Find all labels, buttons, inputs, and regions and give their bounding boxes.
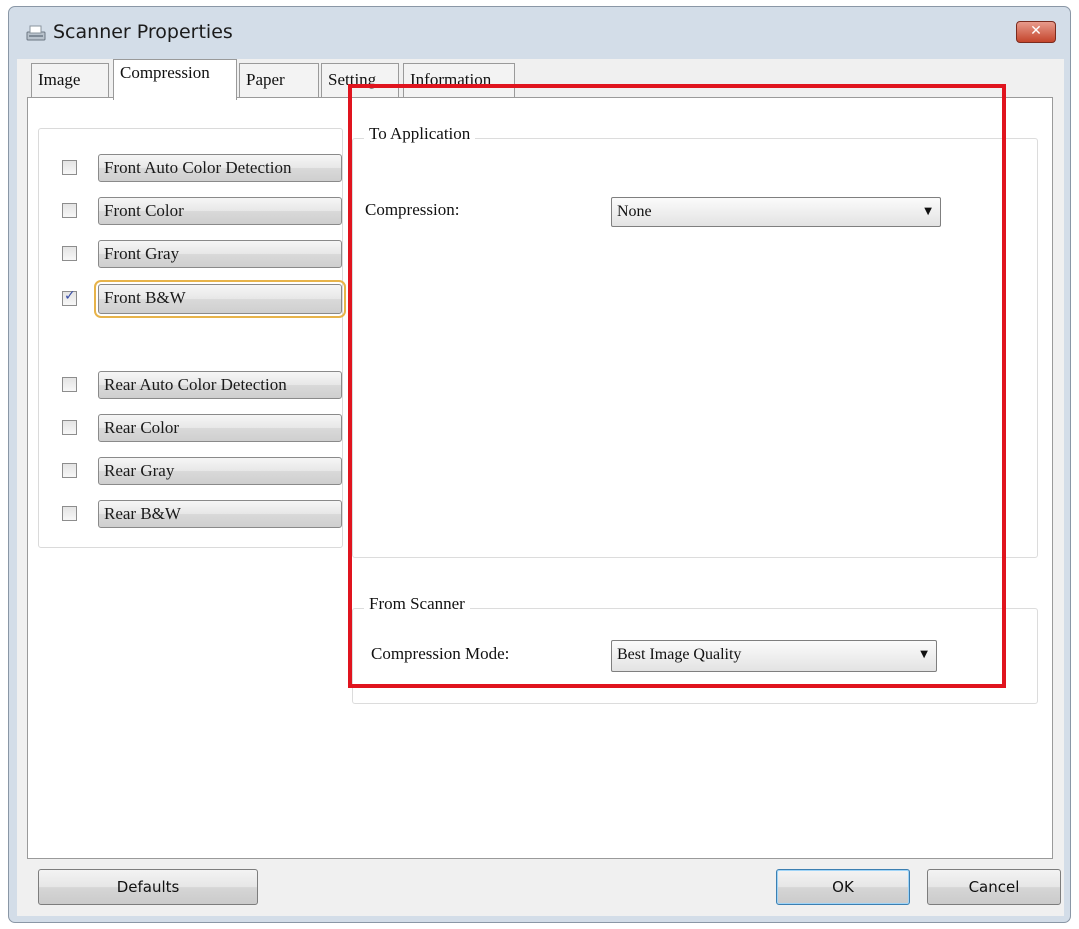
rear-gray-checkbox[interactable] xyxy=(62,463,77,478)
image-type-group xyxy=(38,128,343,548)
dialog-client-area: Image Compression Paper Setting Informat… xyxy=(17,59,1064,916)
front-gray-button[interactable]: Front Gray xyxy=(98,240,342,268)
tab-setting[interactable]: Setting xyxy=(321,63,399,98)
compression-mode-dropdown[interactable]: Best Image Quality ▼ xyxy=(611,640,937,672)
compression-mode-value: Best Image Quality xyxy=(617,646,742,663)
front-gray-checkbox[interactable] xyxy=(62,246,77,261)
scanner-properties-window: Scanner Properties ✕ Image Compression P… xyxy=(8,6,1071,923)
tab-label: Setting xyxy=(328,70,377,89)
rear-gray-button[interactable]: Rear Gray xyxy=(98,457,342,485)
front-color-checkbox[interactable] xyxy=(62,203,77,218)
tab-label: Compression xyxy=(120,63,210,82)
tab-paper[interactable]: Paper xyxy=(239,63,319,98)
compression-label: Compression: xyxy=(365,200,460,219)
rear-bw-checkbox[interactable] xyxy=(62,506,77,521)
front-color-button[interactable]: Front Color xyxy=(98,197,342,225)
close-button[interactable]: ✕ xyxy=(1016,21,1056,43)
front-bw-button[interactable]: Front B&W xyxy=(94,280,346,318)
close-icon: ✕ xyxy=(1030,23,1042,39)
tab-label: Paper xyxy=(246,70,285,89)
tab-label: Information xyxy=(410,70,492,89)
window-title: Scanner Properties xyxy=(53,21,233,43)
tab-label: Image xyxy=(38,70,81,89)
rear-auto-checkbox[interactable] xyxy=(62,377,77,392)
checkmark-icon: ✓ xyxy=(64,288,76,304)
front-auto-color-button[interactable]: Front Auto Color Detection xyxy=(98,154,342,182)
chevron-down-icon: ▼ xyxy=(924,206,932,217)
to-application-legend: To Application xyxy=(364,124,476,144)
compression-value: None xyxy=(617,203,652,220)
rear-color-button[interactable]: Rear Color xyxy=(98,414,342,442)
tab-image[interactable]: Image xyxy=(31,63,109,98)
compression-tab-page: Front Auto Color Detection Front Color F… xyxy=(27,97,1053,859)
from-scanner-legend: From Scanner xyxy=(364,594,470,614)
defaults-button[interactable]: Defaults xyxy=(38,869,258,905)
front-bw-checkbox[interactable]: ✓ xyxy=(62,288,77,306)
rear-bw-button[interactable]: Rear B&W xyxy=(98,500,342,528)
tab-information[interactable]: Information xyxy=(403,63,515,98)
rear-color-checkbox[interactable] xyxy=(62,420,77,435)
ok-button[interactable]: OK xyxy=(776,869,910,905)
title-bar[interactable]: Scanner Properties ✕ xyxy=(9,7,1070,59)
chevron-down-icon: ▼ xyxy=(920,649,928,660)
front-auto-checkbox[interactable] xyxy=(62,160,77,175)
scanner-icon xyxy=(26,25,46,41)
tab-compression[interactable]: Compression xyxy=(113,59,237,100)
compression-mode-label: Compression Mode: xyxy=(371,644,510,663)
cancel-button[interactable]: Cancel xyxy=(927,869,1061,905)
rear-auto-color-button[interactable]: Rear Auto Color Detection xyxy=(98,371,342,399)
compression-dropdown[interactable]: None ▼ xyxy=(611,197,941,227)
